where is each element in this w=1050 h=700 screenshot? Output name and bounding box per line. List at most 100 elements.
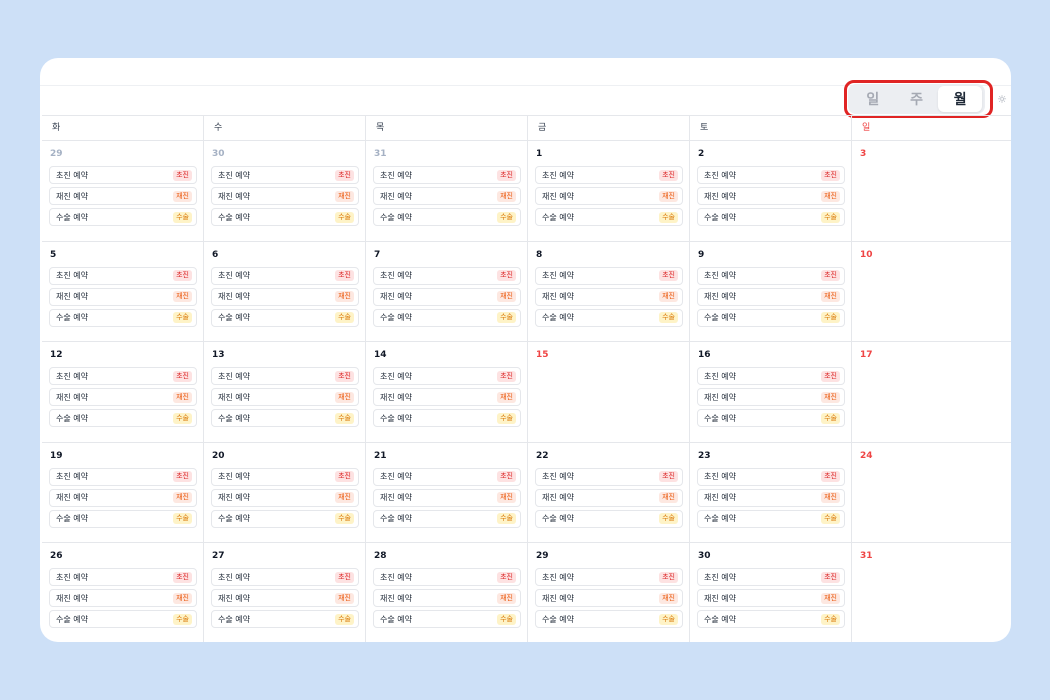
view-week-button[interactable]: 주 (895, 86, 939, 112)
event-item[interactable]: 수술 예약 수술 (373, 509, 521, 528)
event-item[interactable]: 초진 예약 초진 (535, 166, 683, 184)
day-cell[interactable]: 30 초진 예약 초진 재진 예약 재진 수술 예약 수술 (204, 141, 366, 242)
event-item[interactable]: 재진 예약 재진 (373, 187, 521, 205)
day-cell[interactable]: 31 (852, 543, 1011, 642)
event-item[interactable]: 재진 예약 재진 (697, 589, 845, 607)
event-item[interactable]: 초진 예약 초진 (373, 467, 521, 486)
event-item[interactable]: 초진 예약 초진 (697, 467, 845, 486)
event-item[interactable]: 수술 예약 수술 (49, 208, 197, 226)
day-cell[interactable]: 27 초진 예약 초진 재진 예약 재진 수술 예약 수술 (204, 543, 366, 642)
day-cell[interactable]: 9 초진 예약 초진 재진 예약 재진 수술 예약 수술 (690, 241, 852, 342)
event-item[interactable]: 재진 예약 재진 (211, 187, 359, 205)
day-cell[interactable]: 29 초진 예약 초진 재진 예약 재진 수술 예약 수술 (528, 543, 690, 642)
day-cell[interactable]: 3 (852, 141, 1011, 242)
event-item[interactable]: 초진 예약 초진 (373, 166, 521, 184)
event-item[interactable]: 초진 예약 초진 (49, 367, 197, 385)
event-item[interactable]: 재진 예약 재진 (697, 287, 845, 306)
day-cell[interactable]: 13 초진 예약 초진 재진 예약 재진 수술 예약 수술 (204, 342, 366, 443)
day-cell[interactable]: 20 초진 예약 초진 재진 예약 재진 수술 예약 수술 (204, 442, 366, 543)
event-item[interactable]: 재진 예약 재진 (697, 388, 845, 406)
event-item[interactable]: 초진 예약 초진 (373, 367, 521, 385)
day-cell[interactable]: 5 초진 예약 초진 재진 예약 재진 수술 예약 수술 (42, 241, 204, 342)
day-cell[interactable]: 10 (852, 242, 1011, 342)
event-item[interactable]: 재진 예약 재진 (49, 187, 197, 205)
event-item[interactable]: 초진 예약 초진 (49, 166, 197, 184)
event-item[interactable]: 초진 예약 초진 (373, 266, 521, 285)
event-item[interactable]: 재진 예약 재진 (49, 388, 197, 406)
event-item[interactable]: 초진 예약 초진 (697, 367, 845, 385)
event-item[interactable]: 재진 예약 재진 (49, 287, 197, 306)
event-item[interactable]: 수술 예약 수술 (373, 610, 521, 628)
sun-settings-icon[interactable]: ☼ (996, 94, 1008, 106)
view-month-button[interactable]: 월 (938, 86, 983, 112)
event-item[interactable]: 재진 예약 재진 (697, 187, 845, 205)
day-cell[interactable]: 23 초진 예약 초진 재진 예약 재진 수술 예약 수술 (690, 442, 852, 543)
event-item[interactable]: 재진 예약 재진 (211, 287, 359, 306)
event-item[interactable]: 초진 예약 초진 (697, 266, 845, 285)
event-item[interactable]: 재진 예약 재진 (373, 589, 521, 607)
event-item[interactable]: 수술 예약 수술 (49, 509, 197, 528)
event-item[interactable]: 초진 예약 초진 (211, 166, 359, 184)
event-item[interactable]: 수술 예약 수술 (49, 409, 197, 427)
event-item[interactable]: 재진 예약 재진 (211, 388, 359, 406)
day-cell[interactable]: 2 초진 예약 초진 재진 예약 재진 수술 예약 수술 (690, 141, 852, 242)
event-item[interactable]: 초진 예약 초진 (211, 266, 359, 285)
day-cell[interactable]: 26 초진 예약 초진 재진 예약 재진 수술 예약 수술 (42, 543, 204, 642)
view-day-button[interactable]: 일 (851, 86, 895, 112)
event-item[interactable]: 초진 예약 초진 (211, 467, 359, 486)
day-cell[interactable]: 8 초진 예약 초진 재진 예약 재진 수술 예약 수술 (528, 241, 690, 342)
event-item[interactable]: 초진 예약 초진 (49, 568, 197, 586)
event-item[interactable]: 재진 예약 재진 (535, 287, 683, 306)
event-item[interactable]: 재진 예약 재진 (373, 287, 521, 306)
event-item[interactable]: 수술 예약 수술 (211, 610, 359, 628)
event-item[interactable]: 초진 예약 초진 (49, 467, 197, 486)
event-item[interactable]: 재진 예약 재진 (535, 589, 683, 607)
event-item[interactable]: 초진 예약 초진 (535, 467, 683, 486)
day-cell[interactable]: 16 초진 예약 초진 재진 예약 재진 수술 예약 수술 (690, 342, 852, 443)
event-item[interactable]: 재진 예약 재진 (211, 589, 359, 607)
event-item[interactable]: 초진 예약 초진 (211, 568, 359, 586)
event-item[interactable]: 초진 예약 초진 (697, 568, 845, 586)
event-item[interactable]: 수술 예약 수술 (373, 208, 521, 226)
event-item[interactable]: 재진 예약 재진 (535, 488, 683, 507)
event-item[interactable]: 수술 예약 수술 (211, 208, 359, 226)
day-cell[interactable]: 24 (852, 443, 1011, 543)
event-item[interactable]: 수술 예약 수술 (697, 610, 845, 628)
event-item[interactable]: 수술 예약 수술 (697, 409, 845, 427)
event-item[interactable]: 초진 예약 초진 (697, 166, 845, 184)
event-item[interactable]: 수술 예약 수술 (697, 509, 845, 528)
event-item[interactable]: 재진 예약 재진 (211, 488, 359, 507)
event-item[interactable]: 재진 예약 재진 (373, 388, 521, 406)
event-item[interactable]: 수술 예약 수술 (535, 509, 683, 528)
event-item[interactable]: 재진 예약 재진 (697, 488, 845, 507)
event-item[interactable]: 초진 예약 초진 (535, 568, 683, 586)
event-item[interactable]: 초진 예약 초진 (535, 266, 683, 285)
event-item[interactable]: 수술 예약 수술 (373, 409, 521, 427)
day-cell[interactable]: 21 초진 예약 초진 재진 예약 재진 수술 예약 수술 (366, 442, 528, 543)
event-item[interactable]: 수술 예약 수술 (211, 409, 359, 427)
day-cell[interactable]: 31 초진 예약 초진 재진 예약 재진 수술 예약 수술 (366, 141, 528, 242)
event-item[interactable]: 수술 예약 수술 (49, 308, 197, 327)
event-item[interactable]: 재진 예약 재진 (49, 589, 197, 607)
event-item[interactable]: 재진 예약 재진 (49, 488, 197, 507)
day-cell[interactable]: 22 초진 예약 초진 재진 예약 재진 수술 예약 수술 (528, 442, 690, 543)
event-item[interactable]: 재진 예약 재진 (535, 187, 683, 205)
day-cell[interactable]: 28 초진 예약 초진 재진 예약 재진 수술 예약 수술 (366, 543, 528, 642)
day-cell[interactable]: 30 초진 예약 초진 재진 예약 재진 수술 예약 수술 (690, 543, 852, 642)
event-item[interactable]: 수술 예약 수술 (373, 308, 521, 327)
event-item[interactable]: 수술 예약 수술 (211, 308, 359, 327)
event-item[interactable]: 초진 예약 초진 (211, 367, 359, 385)
day-cell[interactable]: 15 (528, 342, 690, 443)
day-cell[interactable]: 14 초진 예약 초진 재진 예약 재진 수술 예약 수술 (366, 342, 528, 443)
event-item[interactable]: 수술 예약 수술 (535, 610, 683, 628)
event-item[interactable]: 수술 예약 수술 (535, 208, 683, 226)
event-item[interactable]: 수술 예약 수술 (211, 509, 359, 528)
event-item[interactable]: 수술 예약 수술 (535, 308, 683, 327)
day-cell[interactable]: 19 초진 예약 초진 재진 예약 재진 수술 예약 수술 (42, 442, 204, 543)
event-item[interactable]: 초진 예약 초진 (49, 266, 197, 285)
event-item[interactable]: 초진 예약 초진 (373, 568, 521, 586)
event-item[interactable]: 재진 예약 재진 (373, 488, 521, 507)
day-cell[interactable]: 12 초진 예약 초진 재진 예약 재진 수술 예약 수술 (42, 342, 204, 443)
day-cell[interactable]: 1 초진 예약 초진 재진 예약 재진 수술 예약 수술 (528, 141, 690, 242)
day-cell[interactable]: 29 초진 예약 초진 재진 예약 재진 수술 예약 수술 (42, 141, 204, 242)
